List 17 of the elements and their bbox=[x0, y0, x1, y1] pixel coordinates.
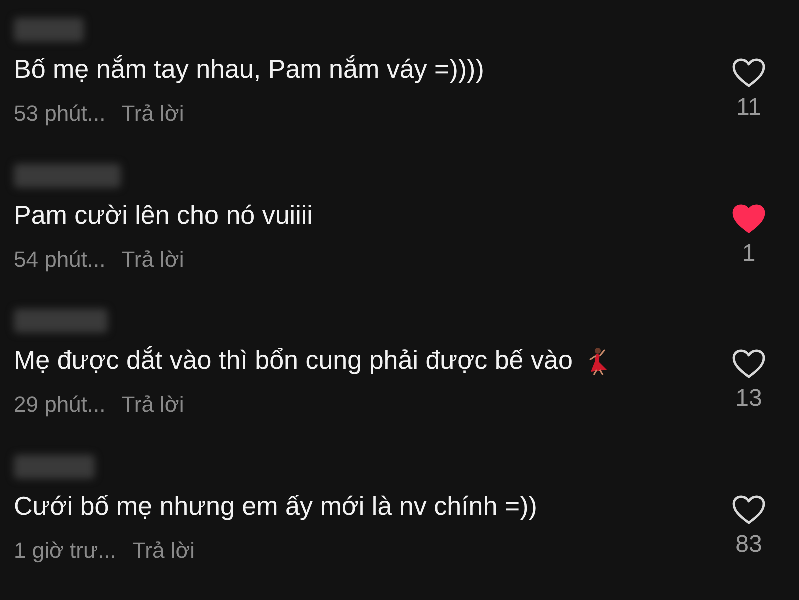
comment-time: 29 phút... bbox=[14, 392, 106, 418]
comment-text: Cưới bố mẹ nhưng em ấy mới là nv chính =)) bbox=[14, 490, 538, 522]
reply-link[interactable]: Trả lời bbox=[122, 246, 184, 272]
comment-time: 1 giờ trư... bbox=[14, 538, 117, 564]
like-count: 1 bbox=[742, 240, 756, 268]
like-count: 83 bbox=[736, 530, 762, 558]
like-count: 11 bbox=[736, 94, 762, 122]
comment-time: 54 phút... bbox=[14, 246, 106, 272]
blurred-username bbox=[14, 18, 84, 42]
comment-text: Pam cười lên cho nó vuiiii bbox=[14, 200, 313, 230]
comment-text: Mẹ được dắt vào thì bổn cung phải được bế vào bbox=[14, 345, 573, 376]
comment-time: 53 phút... bbox=[14, 101, 106, 127]
reply-link[interactable]: Trả lời bbox=[122, 101, 184, 127]
reply-link[interactable]: Trả lời bbox=[122, 392, 184, 418]
like-count: 13 bbox=[736, 385, 762, 413]
comment-text: Bố mẹ nắm tay nhau, Pam nắm váy =)))) bbox=[14, 54, 484, 85]
reply-link[interactable]: Trả lời bbox=[132, 538, 196, 564]
